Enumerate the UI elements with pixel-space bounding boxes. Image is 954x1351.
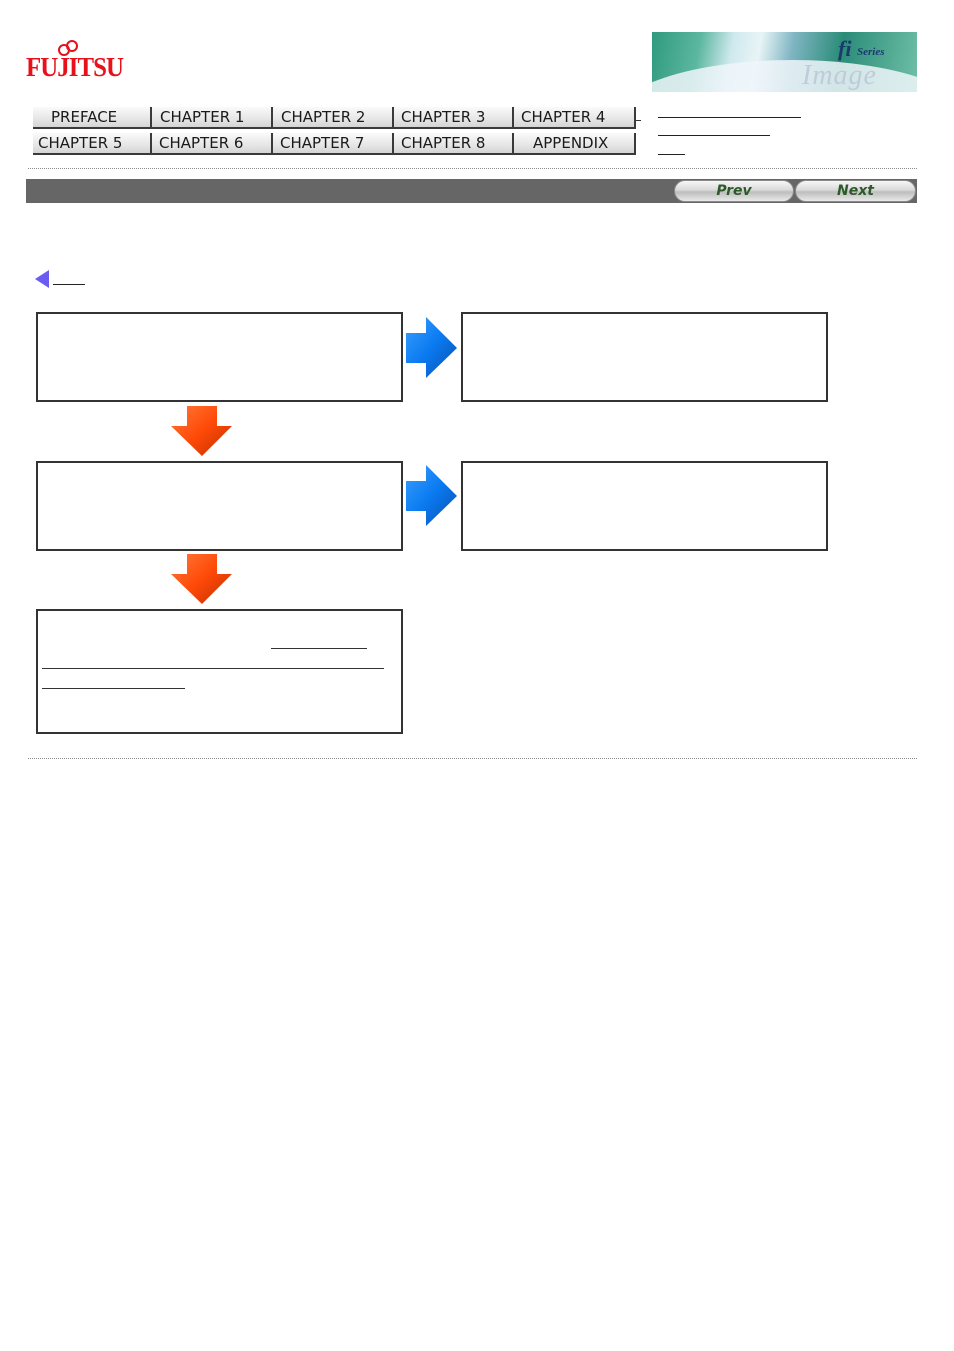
nav-chapter-6[interactable]: CHAPTER 6	[152, 133, 273, 155]
fujitsu-logo: FUJITSU	[26, 38, 124, 88]
nav-chapter-8[interactable]: CHAPTER 8	[394, 133, 514, 155]
nav-label: PREFACE	[51, 108, 118, 126]
nav-label: APPENDIX	[533, 134, 609, 152]
nav-chapter-2[interactable]: CHAPTER 2	[273, 107, 394, 129]
nav-chapter-1[interactable]: CHAPTER 1	[152, 107, 273, 129]
flow-box-step-1-branch	[461, 312, 828, 402]
logo-loop-icon	[66, 40, 78, 52]
nav-label: CHAPTER 8	[401, 134, 486, 152]
side-link-1[interactable]	[658, 117, 801, 118]
nav-preface[interactable]: PREFACE	[33, 107, 152, 129]
nav-appendix[interactable]: APPENDIX	[514, 133, 636, 155]
back-link[interactable]	[53, 284, 85, 285]
nav-tick	[636, 120, 641, 121]
flow-link-3[interactable]	[42, 688, 185, 689]
nav-label: CHAPTER 7	[280, 134, 365, 152]
flow-box-step-2	[36, 461, 403, 551]
nav-chapter-4[interactable]: CHAPTER 4	[514, 107, 636, 129]
flow-box-step-3	[36, 609, 403, 734]
nav-chapter-3[interactable]: CHAPTER 3	[394, 107, 514, 129]
flow-link-1[interactable]	[271, 648, 367, 649]
side-link-2[interactable]	[658, 135, 770, 136]
logo-text: FUJITSU	[26, 52, 124, 82]
side-link-3[interactable]	[658, 154, 685, 155]
arrow-right-icon	[406, 465, 457, 526]
nav-label: CHAPTER 4	[521, 108, 606, 126]
prev-button[interactable]: Prev	[674, 180, 794, 202]
nav-label: CHAPTER 5	[38, 134, 123, 152]
arrow-down-icon	[171, 554, 232, 604]
nav-chapter-7[interactable]: CHAPTER 7	[273, 133, 394, 155]
nav-label: CHAPTER 6	[159, 134, 244, 152]
nav-label: CHAPTER 3	[401, 108, 486, 126]
back-arrow-icon[interactable]	[35, 270, 49, 288]
divider-bottom	[28, 758, 917, 759]
fi-series-banner: Image Scanner fi Series	[652, 32, 917, 92]
arrow-down-icon	[171, 406, 232, 456]
flow-link-2[interactable]	[42, 668, 384, 669]
next-button[interactable]: Next	[795, 180, 916, 202]
arrow-right-icon	[406, 317, 457, 378]
flow-box-step-2-branch	[461, 461, 828, 551]
flow-box-step-1	[36, 312, 403, 402]
divider-top	[28, 168, 917, 169]
banner-product-watermark: Image Scanner	[802, 60, 877, 91]
nav-chapter-5[interactable]: CHAPTER 5	[33, 133, 152, 155]
banner-series-label: Series	[857, 46, 885, 58]
nav-label: CHAPTER 1	[160, 108, 245, 126]
nav-label: CHAPTER 2	[281, 108, 366, 126]
banner-brand: fi	[838, 36, 852, 61]
